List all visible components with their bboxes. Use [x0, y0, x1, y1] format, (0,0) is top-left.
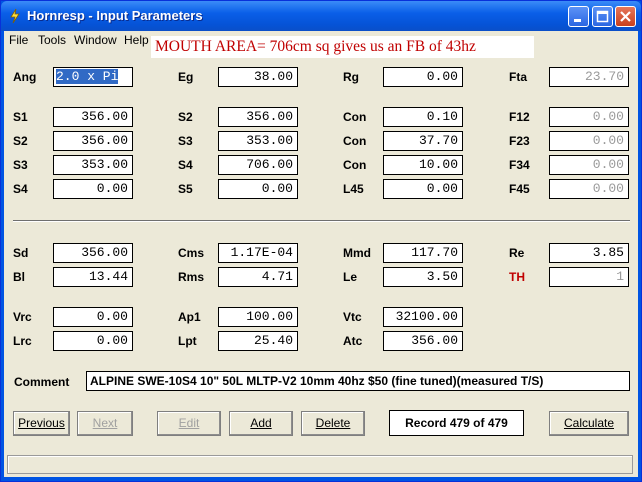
- field-cms[interactable]: 1.17E-04: [218, 243, 298, 263]
- label-s3-right: S3: [178, 134, 193, 148]
- field-s1[interactable]: 356.00: [53, 107, 133, 127]
- label-vtc: Vtc: [343, 310, 362, 324]
- label-ang: Ang: [13, 70, 37, 84]
- field-l45[interactable]: 0.00: [383, 179, 463, 199]
- title-bar: Hornresp - Input Parameters: [1, 1, 641, 31]
- calculate-button[interactable]: Calculate: [549, 411, 629, 436]
- field-con-2[interactable]: 37.70: [383, 131, 463, 151]
- label-s4-right: S4: [178, 158, 193, 172]
- record-indicator: Record 479 of 479: [389, 410, 524, 436]
- field-f23: 0.00: [549, 131, 629, 151]
- field-th: 1: [549, 267, 629, 287]
- field-mmd[interactable]: 117.70: [383, 243, 463, 263]
- field-f12: 0.00: [549, 107, 629, 127]
- comment-field[interactable]: ALPINE SWE-10S4 10" 50L MLTP-V2 10mm 40h…: [86, 371, 630, 391]
- field-s2[interactable]: 356.00: [53, 131, 133, 151]
- next-button[interactable]: Next: [77, 411, 133, 436]
- menu-file[interactable]: File: [9, 33, 28, 47]
- label-fta: Fta: [509, 70, 527, 84]
- label-con-2: Con: [343, 134, 367, 148]
- main-window: Hornresp - Input Parameters File Tools W…: [0, 0, 642, 482]
- maximize-button[interactable]: [592, 6, 613, 27]
- client-area: File Tools Window Help MOUTH AREA= 706cm…: [4, 31, 638, 477]
- label-mmd: Mmd: [343, 246, 371, 260]
- field-ang-value: 2.0 x Pi: [56, 69, 119, 84]
- minimize-button[interactable]: [568, 6, 589, 27]
- field-bl[interactable]: 13.44: [53, 267, 133, 287]
- label-bl: Bl: [13, 270, 25, 284]
- edit-button[interactable]: Edit: [157, 411, 221, 436]
- label-rg: Rg: [343, 70, 359, 84]
- field-s5[interactable]: 0.00: [218, 179, 298, 199]
- label-s5: S5: [178, 182, 193, 196]
- add-button[interactable]: Add: [229, 411, 293, 436]
- field-vtc[interactable]: 32100.00: [383, 307, 463, 327]
- field-lpt[interactable]: 25.40: [218, 331, 298, 351]
- label-le: Le: [343, 270, 358, 284]
- label-rms: Rms: [178, 270, 205, 284]
- label-con-1: Con: [343, 110, 367, 124]
- menu-tools[interactable]: Tools: [38, 33, 66, 47]
- label-re: Re: [509, 246, 525, 260]
- field-vrc[interactable]: 0.00: [53, 307, 133, 327]
- label-lrc: Lrc: [13, 334, 32, 348]
- field-f34: 0.00: [549, 155, 629, 175]
- label-vrc: Vrc: [13, 310, 32, 324]
- mouth-area-note: MOUTH AREA= 706cm sq gives us an FB of 4…: [151, 36, 534, 58]
- label-f23: F23: [509, 134, 530, 148]
- field-le[interactable]: 3.50: [383, 267, 463, 287]
- field-ang[interactable]: 2.0 x Pi: [53, 67, 133, 87]
- menu-help[interactable]: Help: [124, 33, 149, 47]
- close-icon: [620, 11, 631, 22]
- field-re[interactable]: 3.85: [549, 243, 629, 263]
- field-con-3[interactable]: 10.00: [383, 155, 463, 175]
- label-comment: Comment: [14, 375, 70, 389]
- field-s2-right[interactable]: 356.00: [218, 107, 298, 127]
- label-th: TH: [509, 270, 525, 284]
- menu-window[interactable]: Window: [74, 33, 117, 47]
- close-button[interactable]: [615, 6, 636, 27]
- field-lrc[interactable]: 0.00: [53, 331, 133, 351]
- field-rms[interactable]: 4.71: [218, 267, 298, 287]
- field-s4[interactable]: 0.00: [53, 179, 133, 199]
- label-s2-right: S2: [178, 110, 193, 124]
- label-s2: S2: [13, 134, 28, 148]
- field-s3[interactable]: 353.00: [53, 155, 133, 175]
- app-icon: [10, 8, 20, 24]
- label-atc: Atc: [343, 334, 363, 348]
- label-f12: F12: [509, 110, 530, 124]
- field-s4-right[interactable]: 706.00: [218, 155, 298, 175]
- field-fta: 23.70: [549, 67, 629, 87]
- label-s3: S3: [13, 158, 28, 172]
- field-atc[interactable]: 356.00: [383, 331, 463, 351]
- field-ap1[interactable]: 100.00: [218, 307, 298, 327]
- label-l45: L45: [343, 182, 364, 196]
- field-s3-right[interactable]: 353.00: [218, 131, 298, 151]
- window-title: Hornresp - Input Parameters: [27, 8, 203, 23]
- field-sd[interactable]: 356.00: [53, 243, 133, 263]
- label-f34: F34: [509, 158, 530, 172]
- delete-button[interactable]: Delete: [301, 411, 365, 436]
- label-cms: Cms: [178, 246, 205, 260]
- label-s4: S4: [13, 182, 28, 196]
- label-sd: Sd: [13, 246, 29, 260]
- label-eg: Eg: [178, 70, 194, 84]
- label-con-3: Con: [343, 158, 367, 172]
- field-f45: 0.00: [549, 179, 629, 199]
- field-con-1[interactable]: 0.10: [383, 107, 463, 127]
- label-s1: S1: [13, 110, 28, 124]
- field-eg[interactable]: 38.00: [218, 67, 298, 87]
- maximize-icon: [596, 10, 609, 23]
- label-ap1: Ap1: [178, 310, 201, 324]
- section-divider: [13, 220, 630, 222]
- previous-button[interactable]: Previous: [13, 411, 70, 436]
- label-lpt: Lpt: [178, 334, 197, 348]
- field-rg[interactable]: 0.00: [383, 67, 463, 87]
- minimize-icon: [574, 19, 581, 22]
- label-f45: F45: [509, 182, 530, 196]
- status-bar: [7, 455, 633, 474]
